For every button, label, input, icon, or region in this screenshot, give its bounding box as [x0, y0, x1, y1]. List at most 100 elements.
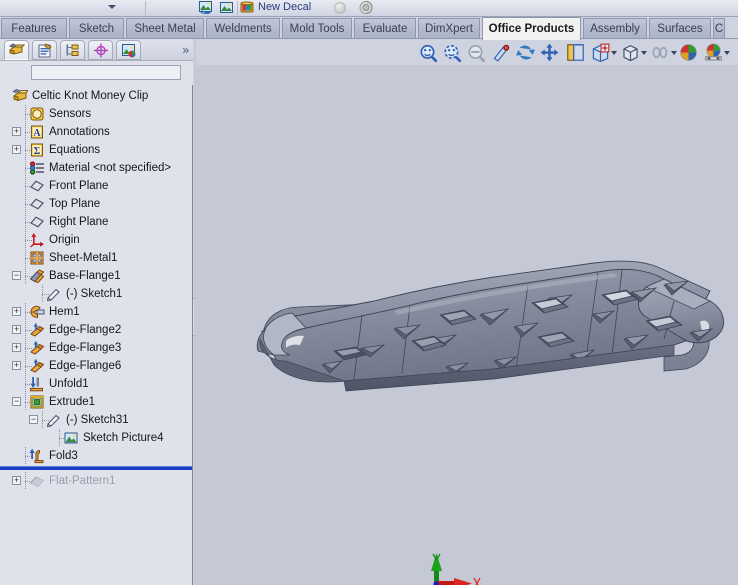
tree-item-front-plane[interactable]: Front Plane	[29, 177, 108, 195]
command-tab-office-products[interactable]: Office Products	[482, 17, 581, 40]
command-tab-assembly[interactable]: Assembly	[583, 18, 647, 39]
tree-expander-edge-flange2[interactable]: +	[12, 325, 21, 334]
feature-tree[interactable]: Celtic Knot Money Clip Sensors + A Annotat…	[0, 85, 192, 585]
tree-expander-flat-pattern1[interactable]: +	[12, 476, 21, 485]
tree-item-sheet-metal1[interactable]: Sheet-Metal1	[29, 249, 117, 267]
extrude-cut-icon	[29, 394, 45, 410]
tree-item-edge-flange3[interactable]: Edge-Flange3	[29, 339, 121, 357]
dimxpert-manager-tab[interactable]	[88, 40, 113, 60]
tree-item-edge-flange2[interactable]: Edge-Flange2	[29, 321, 121, 339]
pan-icon[interactable]	[540, 43, 559, 62]
appearances-icon[interactable]	[679, 43, 698, 62]
tree-item-equations[interactable]: Σ Equations	[29, 141, 100, 159]
property-manager-tab[interactable]	[32, 40, 57, 60]
new-decal-icon[interactable]	[240, 1, 255, 15]
edge-flange-icon	[29, 340, 45, 356]
plane-icon	[29, 196, 45, 212]
sheet-metal-icon	[29, 250, 45, 266]
part-icon	[12, 88, 28, 104]
display-style-icon[interactable]	[566, 43, 585, 62]
command-tab-surfaces[interactable]: Surfaces	[649, 18, 711, 39]
tree-expander-hem1[interactable]: +	[12, 307, 21, 316]
display-manager-icon	[121, 43, 135, 57]
tree-item-label: Front Plane	[49, 180, 109, 192]
tree-expander-annotations[interactable]: +	[12, 127, 21, 136]
command-tab-c[interactable]: C	[713, 18, 725, 39]
command-tab-sketch[interactable]: Sketch	[69, 18, 124, 39]
command-tab-label: Sketch	[78, 23, 115, 35]
coordinate-triad	[422, 551, 482, 585]
appearance-sphere-icon[interactable]	[334, 2, 346, 14]
scene-sphere-icon[interactable]	[704, 43, 723, 62]
tree-expander-edge-flange6[interactable]: +	[12, 361, 21, 370]
expand-panel-chevron[interactable]: »	[182, 43, 189, 57]
command-tab-weldments[interactable]: Weldments	[206, 18, 280, 39]
zoom-to-area-icon[interactable]	[442, 43, 461, 62]
tree-item-label: Equations	[49, 144, 101, 156]
command-tab-label: Assembly	[590, 23, 640, 35]
celtic-knot-money-clip-model[interactable]	[194, 39, 738, 585]
feature-search-input[interactable]	[31, 65, 181, 80]
tree-item-flat-pattern1[interactable]: Flat-Pattern1	[29, 472, 115, 490]
tree-item-sketch-picture4[interactable]: Sketch Picture4	[63, 429, 164, 447]
fold-icon	[29, 448, 45, 464]
tree-item-base-flange1[interactable]: Base-Flange1	[29, 267, 121, 285]
decal-image-icon[interactable]	[219, 1, 234, 15]
heads-up-view-toolbar[interactable]	[196, 39, 738, 65]
scene-icon[interactable]	[359, 1, 374, 15]
command-tab-sheet-metal[interactable]: Sheet Metal	[126, 18, 204, 39]
tree-item-origin[interactable]: Origin	[29, 231, 80, 249]
svg-text:A: A	[33, 128, 41, 139]
triad-x-axis	[436, 577, 481, 585]
apply-scene-dropdown-caret[interactable]	[671, 51, 677, 55]
hide-show-items-icon[interactable]	[591, 43, 610, 62]
section-view-icon[interactable]	[492, 43, 511, 62]
tree-item-edge-flange6[interactable]: Edge-Flange6	[29, 357, 121, 375]
tree-item-label: Celtic Knot Money Clip	[32, 90, 149, 102]
command-tab-dimxpert[interactable]: DimXpert	[418, 18, 480, 39]
tree-expander-extrude1[interactable]: −	[12, 397, 21, 406]
feature-manager-tab[interactable]	[4, 40, 29, 60]
tree-item-right-plane[interactable]: Right Plane	[29, 213, 108, 231]
previous-view-icon[interactable]	[466, 43, 485, 62]
view-orientation-icon[interactable]	[516, 43, 535, 62]
configuration-manager-tab[interactable]	[60, 40, 85, 60]
apply-scene-icon[interactable]	[651, 43, 670, 62]
command-tab-mold-tools[interactable]: Mold Tools	[282, 18, 352, 39]
ribbon-separator	[237, 1, 238, 15]
display-manager-tab[interactable]	[116, 40, 141, 60]
tree-item-label: Sheet-Metal1	[49, 252, 118, 264]
zoom-to-fit-icon[interactable]	[418, 43, 437, 62]
view-setting-cube-dropdown-caret[interactable]	[641, 51, 647, 55]
edit-decal-icon[interactable]	[199, 1, 214, 15]
flat-pattern-icon	[29, 473, 45, 489]
tree-expander-base-flange1[interactable]: −	[12, 271, 21, 280]
command-tab-features[interactable]: Features	[1, 18, 67, 39]
tree-item-annotations[interactable]: A Annotations	[29, 123, 110, 141]
tree-expander-equations[interactable]: +	[12, 145, 21, 154]
command-tab-evaluate[interactable]: Evaluate	[354, 18, 416, 39]
tree-expander-sketch31[interactable]: −	[29, 415, 38, 424]
tree-item-material[interactable]: Material <not specified>	[29, 159, 171, 177]
tree-item-root[interactable]: Celtic Knot Money Clip	[12, 87, 148, 105]
tree-item-unfold1[interactable]: Unfold1	[29, 375, 89, 393]
new-decal-label[interactable]: New Decal	[258, 1, 311, 13]
ribbon-dropdown-arrow[interactable]	[108, 5, 116, 9]
sketch-picture-icon	[63, 430, 79, 446]
view-setting-cube-icon[interactable]	[621, 43, 640, 62]
feature-search-wrap	[0, 61, 193, 85]
tree-item-sketch31[interactable]: (-) Sketch31	[46, 411, 129, 429]
tree-item-hem1[interactable]: Hem1	[29, 303, 80, 321]
model-viewport[interactable]	[194, 39, 738, 585]
graphics-area[interactable]	[194, 39, 738, 585]
tree-item-top-plane[interactable]: Top Plane	[29, 195, 100, 213]
tree-item-sensors[interactable]: Sensors	[29, 105, 91, 123]
tree-expander-edge-flange3[interactable]: +	[12, 343, 21, 352]
command-tab-label: C	[714, 23, 724, 35]
hide-show-items-dropdown-caret[interactable]	[611, 51, 617, 55]
scene-sphere-dropdown-caret[interactable]	[724, 51, 730, 55]
tree-item-sketch1[interactable]: (-) Sketch1	[46, 285, 122, 303]
tree-item-extrude1[interactable]: Extrude1	[29, 393, 95, 411]
rollback-bar[interactable]	[0, 466, 192, 470]
tree-item-fold3[interactable]: Fold3	[29, 447, 78, 465]
